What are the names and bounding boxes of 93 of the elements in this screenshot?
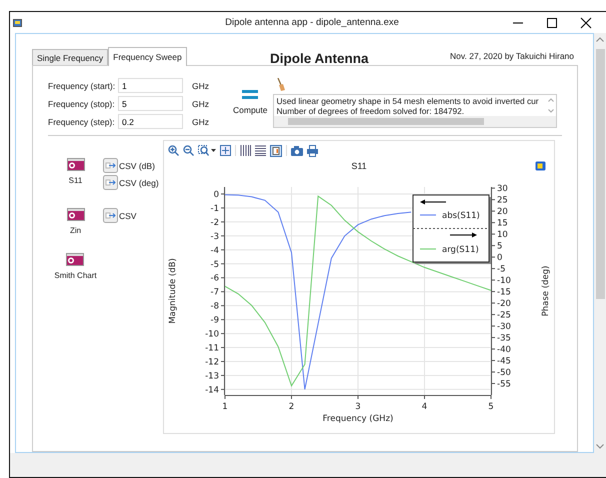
y-tick-label: -12 [205,358,219,368]
x-tick-label: 5 [488,402,494,412]
vertical-grid-icon[interactable] [240,145,251,156]
plot-icon [66,208,84,221]
x-tick-label: 2 [288,402,294,412]
y-tick-label: -9 [210,316,219,326]
y2-tick-label: -35 [497,334,511,344]
y-tick-label: -14 [205,385,219,396]
y-tick-label: -6 [210,274,219,284]
y-tick-label: -11 [205,344,219,354]
horizontal-grid-icon[interactable] [255,145,266,156]
legend-label: arg(S11) [442,245,479,255]
y2-tick-label: -55 [497,380,511,390]
export-icon [103,208,118,223]
y-tick-label: 0 [214,190,219,200]
camera-icon[interactable] [291,146,303,156]
app-heading: Dipole Antenna [270,51,369,66]
export-icon [103,175,118,190]
y2-tick-label: 10 [497,230,508,240]
y-tick-label: -2 [210,218,219,228]
input-field[interactable]: 0.2 [118,114,183,129]
y2-tick-label: -10 [497,276,511,286]
zoom-out-icon[interactable] [183,145,194,156]
equals-icon [242,90,258,100]
print-icon[interactable] [307,144,318,156]
plot-icon [66,158,84,171]
window-title: Dipole antenna app - dipole_antenna.exe [224,17,400,28]
compute-button[interactable]: Compute [233,90,268,115]
colorbar-icon[interactable] [535,161,546,171]
y2-axis-title: Phase (deg) [541,266,551,316]
broom-icon[interactable] [276,78,286,91]
y2-tick-label: -40 [497,345,511,356]
legend-label: abs(S11) [442,211,480,221]
plot-button[interactable]: Smith Chart [54,253,97,280]
y-tick-label: -4 [210,246,219,256]
y2-tick-label: -25 [497,310,511,321]
maximize-icon[interactable] [546,16,558,28]
x-tick-label: 3 [355,402,361,412]
zoom-extents-icon[interactable] [220,145,231,156]
log-line: Number of degrees of freedom solved for: 184792. [276,106,464,116]
y2-tick-label: 30 [497,184,508,194]
y2-tick-label: 5 [497,242,502,252]
scroll-thumb[interactable] [288,118,484,125]
export-button[interactable]: CSV (dB) [103,158,159,173]
input-field[interactable]: 1 [118,78,183,93]
x-axis-title: Frequency (GHz) [322,414,394,424]
y2-tick-label: -5 [497,264,506,275]
y-tick-label: -7 [210,288,219,298]
plot-icon [66,253,84,266]
export-button[interactable]: CSV [103,208,136,223]
plot-button[interactable]: S11 [66,158,84,185]
tab[interactable]: Frequency Sweep [108,47,187,66]
export-icon [103,158,118,173]
x-tick-label: 1 [222,402,228,412]
y2-tick-label: -20 [497,299,511,310]
y-tick-label: -1 [210,204,219,214]
input-field[interactable]: 5 [118,96,183,111]
y2-tick-label: 25 [497,196,508,206]
field-label: Frequency (start): [48,80,116,90]
y-tick-label: -10 [205,330,219,340]
close-icon[interactable] [580,16,592,28]
scroll-thumb[interactable] [596,49,604,299]
y2-tick-label: -50 [497,368,511,378]
scrollbar[interactable] [594,33,606,453]
zoom-in-icon[interactable] [168,145,179,156]
y-tick-label: -3 [210,232,219,242]
x-tick-label: 4 [422,402,428,412]
field-label: Frequency (stop): [48,98,116,108]
y-tick-label: -13 [205,371,219,382]
unit-label: GHz [192,116,209,126]
export-button[interactable]: CSV (deg) [103,175,159,190]
scroll-down-icon[interactable] [596,444,604,449]
app-icon [13,18,22,26]
tab[interactable]: Single Frequency [32,49,108,65]
credit-text: Nov. 27, 2020 by Takuichi Hirano [450,51,574,61]
y2-tick-label: 20 [497,207,508,218]
y2-tick-label: 15 [497,218,508,229]
plot-button[interactable]: Zin [66,208,84,235]
unit-label: GHz [192,80,209,90]
legend-icon[interactable] [270,144,282,156]
zoom-box-icon[interactable] [198,145,216,156]
plot-title: S11 [351,161,367,171]
y2-tick-label: -30 [497,322,511,332]
y2-tick-label: -45 [497,356,511,367]
y-tick-label: -5 [210,260,219,270]
y2-tick-label: 0 [497,253,502,264]
unit-label: GHz [192,98,209,108]
log-line: Used linear geometry shape in 54 mesh elements to avoid inverted cur [276,96,539,106]
y-tick-label: -8 [210,302,219,312]
field-label: Frequency (step): [48,116,116,126]
y2-tick-label: -15 [497,288,511,298]
y-axis-title: Magnitude (dB) [168,258,178,324]
scroll-up-icon[interactable] [596,37,604,42]
